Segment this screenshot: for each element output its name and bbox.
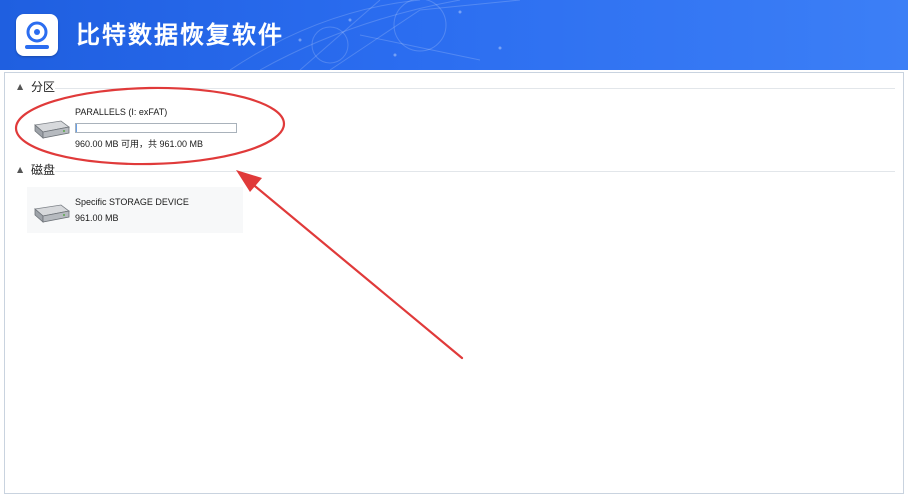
section-header-disks[interactable]: ▲ 磁盘 (17, 161, 55, 179)
title-bar: 比特数据恢复软件 (0, 0, 908, 70)
triangle-down-icon[interactable]: ▲ (17, 161, 31, 179)
disk-item[interactable]: Specific STORAGE DEVICE 961.00 MB (27, 187, 243, 233)
disk-size: 961.00 MB (75, 213, 119, 223)
partition-name: PARALLELS (I: exFAT) (75, 107, 168, 117)
partition-item[interactable]: PARALLELS (I: exFAT) 960.00 MB 可用，共 961.… (27, 101, 243, 151)
section-divider (55, 88, 895, 89)
app-window: 比特数据恢复软件 ▲ 分区 PARALLELS (I: exFAT) 960.0… (0, 0, 908, 495)
app-logo (16, 14, 58, 56)
section-title-disks: 磁盘 (31, 163, 56, 177)
drive-list-panel[interactable]: ▲ 分区 PARALLELS (I: exFAT) 960.00 MB 可用，共… (4, 72, 904, 494)
partition-usage-bar (75, 123, 237, 133)
disk-logo-icon (25, 21, 49, 49)
app-title: 比特数据恢复软件 (76, 21, 284, 49)
disk-name: Specific STORAGE DEVICE (75, 197, 189, 207)
hard-drive-icon (34, 204, 70, 223)
section-title-partitions: 分区 (31, 80, 56, 94)
partition-size: 960.00 MB 可用，共 961.00 MB (75, 139, 204, 149)
triangle-down-icon[interactable]: ▲ (17, 78, 31, 96)
section-header-partitions[interactable]: ▲ 分区 (17, 78, 55, 96)
hard-drive-icon (34, 120, 70, 139)
section-divider (55, 171, 895, 172)
